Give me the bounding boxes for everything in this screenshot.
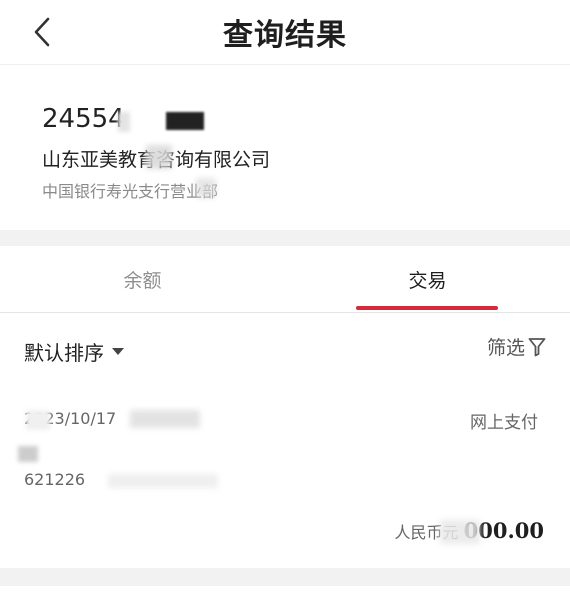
caret-down-icon: [112, 348, 124, 355]
redaction-blur: [108, 474, 218, 488]
branch-name: 中国银行寿光支行营业部: [42, 182, 219, 201]
counterparty-card-number: 621226: [24, 470, 86, 489]
page-title: 查询结果: [223, 18, 347, 53]
redaction-blur: [18, 446, 38, 462]
redaction-blur: [26, 410, 50, 430]
next-item-edge: [0, 586, 570, 600]
redaction-blur: [118, 112, 130, 132]
redaction-block: [166, 112, 204, 130]
filter-label: 筛选: [486, 337, 525, 359]
active-tab-indicator: [356, 306, 498, 310]
section-divider: [0, 230, 570, 246]
sort-label: 默认排序: [24, 341, 104, 365]
header: 查询结果: [0, 0, 570, 65]
section-divider: [0, 568, 570, 586]
redaction-blur: [440, 520, 480, 544]
redaction-blur: [196, 178, 216, 198]
transaction-type: 网上支付: [470, 413, 538, 433]
redaction-blur: [130, 410, 200, 428]
tab-balance[interactable]: 余额: [0, 246, 285, 312]
tab-bar: 余额 交易: [0, 246, 570, 313]
redaction-blur: [146, 145, 172, 169]
tab-transactions[interactable]: 交易: [285, 246, 570, 312]
filter-button[interactable]: 筛选: [487, 333, 546, 360]
transaction-item[interactable]: 2023/10/17 网上支付 621226 人民币元 000.00: [0, 388, 570, 568]
sort-dropdown[interactable]: 默认排序: [24, 337, 124, 366]
funnel-icon: [528, 337, 546, 356]
sort-filter-bar: 默认排序 筛选: [0, 313, 570, 388]
account-info: 24554 山东亚美教育咨询有限公司 中国银行寿光支行营业部: [0, 65, 570, 230]
account-number: 24554: [42, 104, 125, 134]
